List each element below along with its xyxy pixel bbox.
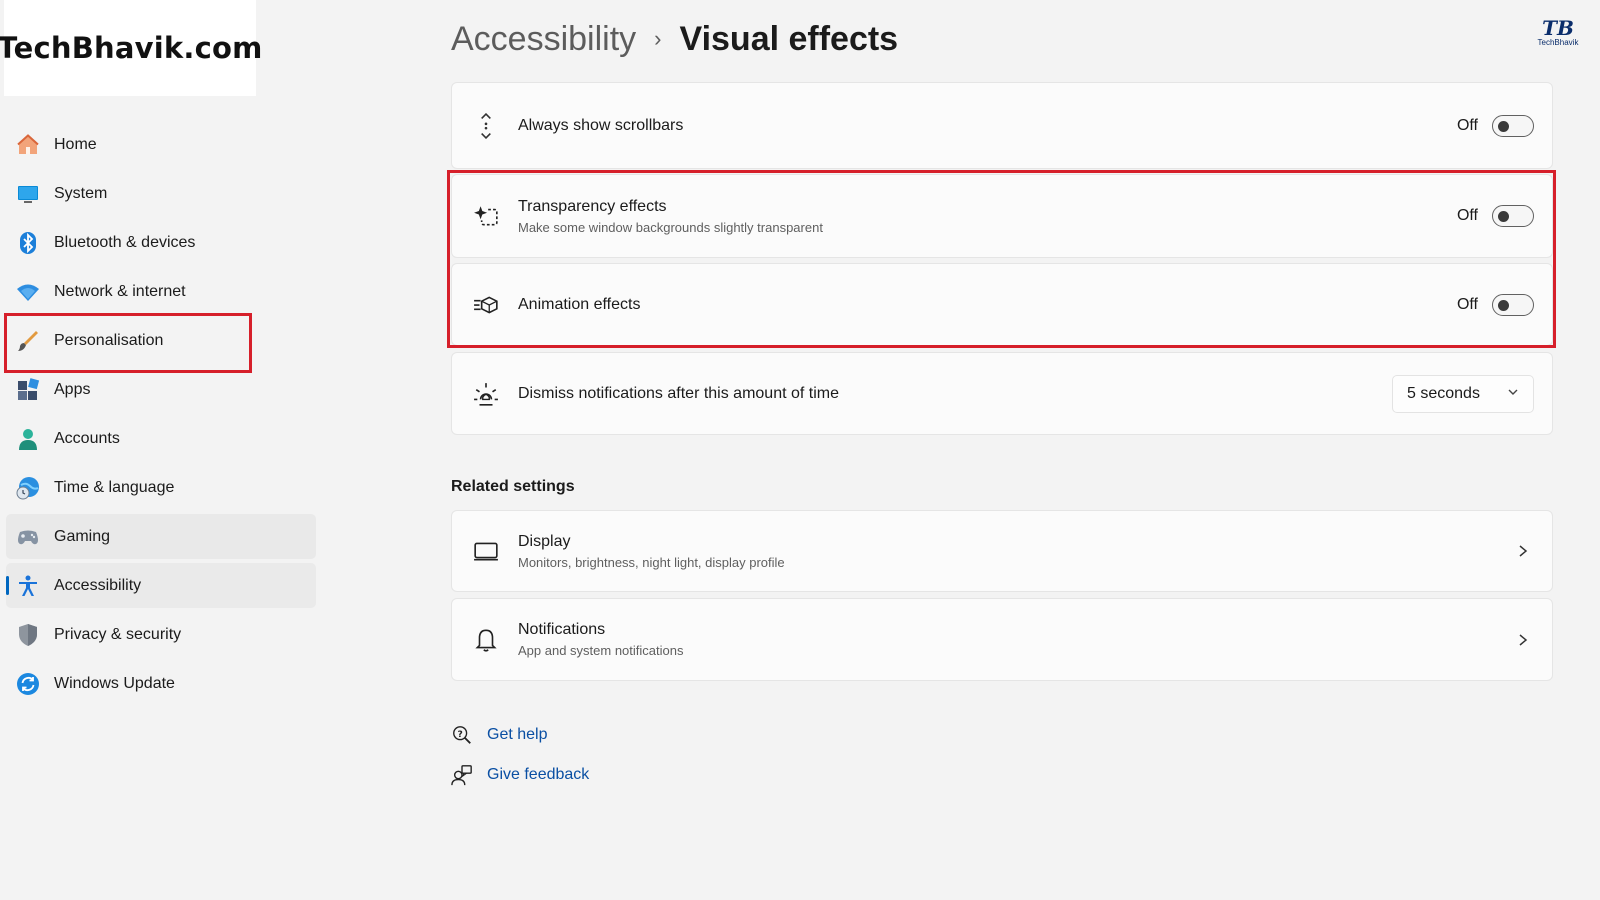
dismiss-time-select[interactable]: 5 seconds xyxy=(1392,374,1534,413)
monitor-icon xyxy=(472,537,500,565)
sidebar-item-gaming[interactable]: Gaming xyxy=(6,514,316,559)
sidebar-item-apps[interactable]: Apps xyxy=(6,367,316,412)
shield-icon xyxy=(16,623,40,647)
setting-title: Always show scrollbars xyxy=(518,116,684,134)
scrollbars-toggle[interactable] xyxy=(1492,114,1534,137)
scrollbar-arrows-icon xyxy=(472,112,500,140)
related-settings-heading: Related settings xyxy=(451,478,575,495)
corner-logo-text: TechBhavik xyxy=(1537,38,1579,47)
setting-animation-effects: Animation effects Off xyxy=(451,263,1553,346)
give-feedback-link[interactable]: Give feedback xyxy=(451,764,589,786)
toggle-knob xyxy=(1498,120,1509,132)
sidebar-item-time-language[interactable]: Time & language xyxy=(6,465,316,510)
sidebar-item-label: Apps xyxy=(54,380,91,398)
sidebar-item-label: Network & internet xyxy=(54,282,186,300)
animation-toggle[interactable] xyxy=(1492,293,1534,316)
related-description: Monitors, brightness, night light, displ… xyxy=(518,554,785,570)
site-logo: TechBhavik.com xyxy=(0,0,262,96)
apps-icon xyxy=(16,377,40,402)
toggle-state-label: Off xyxy=(1456,116,1478,134)
setting-title: Animation effects xyxy=(518,295,641,313)
sidebar-item-system[interactable]: System xyxy=(6,171,316,216)
bluetooth-icon xyxy=(16,231,40,255)
get-help-label: Get help xyxy=(487,726,548,743)
setting-always-show-scrollbars: Always show scrollbars Off xyxy=(451,82,1553,169)
sidebar-item-privacy[interactable]: Privacy & security xyxy=(6,612,316,657)
sidebar-nav: Home System Bluetooth & devices Network … xyxy=(6,122,316,710)
sidebar-item-accessibility[interactable]: Accessibility xyxy=(6,563,316,608)
sidebar-item-personalisation[interactable]: Personalisation xyxy=(6,318,316,363)
breadcrumb-parent[interactable]: Accessibility xyxy=(451,20,636,59)
home-icon xyxy=(16,133,40,157)
feedback-icon xyxy=(451,764,473,786)
corner-logo-mark: TB xyxy=(1542,16,1574,40)
chevron-right-icon xyxy=(1516,633,1530,647)
chevron-down-icon xyxy=(1507,385,1519,403)
related-description: App and system notifications xyxy=(518,643,684,658)
account-icon xyxy=(16,427,40,451)
get-help-link[interactable]: ? Get help xyxy=(451,724,547,746)
sidebar-item-label: Bluetooth & devices xyxy=(54,233,196,251)
setting-dismiss-notifications: Dismiss notifications after this amount … xyxy=(451,352,1553,435)
sidebar-item-bluetooth[interactable]: Bluetooth & devices xyxy=(6,220,316,265)
related-title: Notifications xyxy=(518,621,606,638)
update-icon xyxy=(16,672,40,696)
transparency-toggle[interactable] xyxy=(1492,205,1534,227)
sidebar-item-network[interactable]: Network & internet xyxy=(6,269,316,314)
sidebar-item-label: System xyxy=(54,184,108,202)
sidebar-item-accounts[interactable]: Accounts xyxy=(6,416,316,461)
related-display[interactable]: Display Monitors, brightness, night ligh… xyxy=(451,510,1553,592)
chevron-right-icon xyxy=(1516,544,1530,558)
help-icon: ? xyxy=(451,724,473,746)
wifi-icon xyxy=(16,280,40,304)
setting-description: Make some window backgrounds slightly tr… xyxy=(518,219,823,235)
svg-text:?: ? xyxy=(458,729,463,740)
toggle-state-label: Off xyxy=(1456,295,1478,313)
sidebar-item-label: Windows Update xyxy=(54,674,175,692)
brush-icon xyxy=(16,329,40,353)
toggle-state-label: Off xyxy=(1456,207,1478,224)
animation-icon xyxy=(472,291,500,319)
system-icon xyxy=(16,182,40,206)
corner-watermark-logo: TB TechBhavik xyxy=(1534,18,1582,54)
gamepad-icon xyxy=(16,525,40,549)
site-logo-text: TechBhavik.com xyxy=(0,31,263,65)
bell-icon xyxy=(472,626,500,654)
related-title: Display xyxy=(518,532,571,550)
setting-transparency-effects: Transparency effects Make some window ba… xyxy=(451,174,1553,258)
brightness-icon xyxy=(472,380,500,408)
toggle-knob xyxy=(1498,211,1509,222)
sidebar-item-label: Gaming xyxy=(54,527,111,545)
sidebar-item-label: Accessibility xyxy=(54,576,142,594)
sidebar-item-label: Privacy & security xyxy=(54,625,182,643)
sidebar-item-label: Personalisation xyxy=(54,331,164,349)
setting-title: Dismiss notifications after this amount … xyxy=(518,384,840,402)
sidebar-item-home[interactable]: Home xyxy=(6,122,316,167)
dismiss-time-value: 5 seconds xyxy=(1407,384,1480,402)
accessibility-icon xyxy=(16,574,40,598)
give-feedback-label: Give feedback xyxy=(487,766,590,783)
globe-clock-icon xyxy=(16,476,40,500)
breadcrumb: Accessibility › Visual effects xyxy=(451,14,898,64)
sidebar-item-windows-update[interactable]: Windows Update xyxy=(6,661,316,706)
sidebar-item-label: Accounts xyxy=(54,429,120,447)
breadcrumb-separator: › xyxy=(654,26,662,51)
transparency-icon xyxy=(472,202,500,230)
sidebar-item-label: Home xyxy=(54,135,97,153)
page-title: Visual effects xyxy=(679,19,899,58)
setting-title: Transparency effects xyxy=(518,197,667,215)
toggle-knob xyxy=(1498,299,1509,311)
sidebar-item-label: Time & language xyxy=(54,478,175,496)
related-notifications[interactable]: Notifications App and system notificatio… xyxy=(451,598,1553,681)
